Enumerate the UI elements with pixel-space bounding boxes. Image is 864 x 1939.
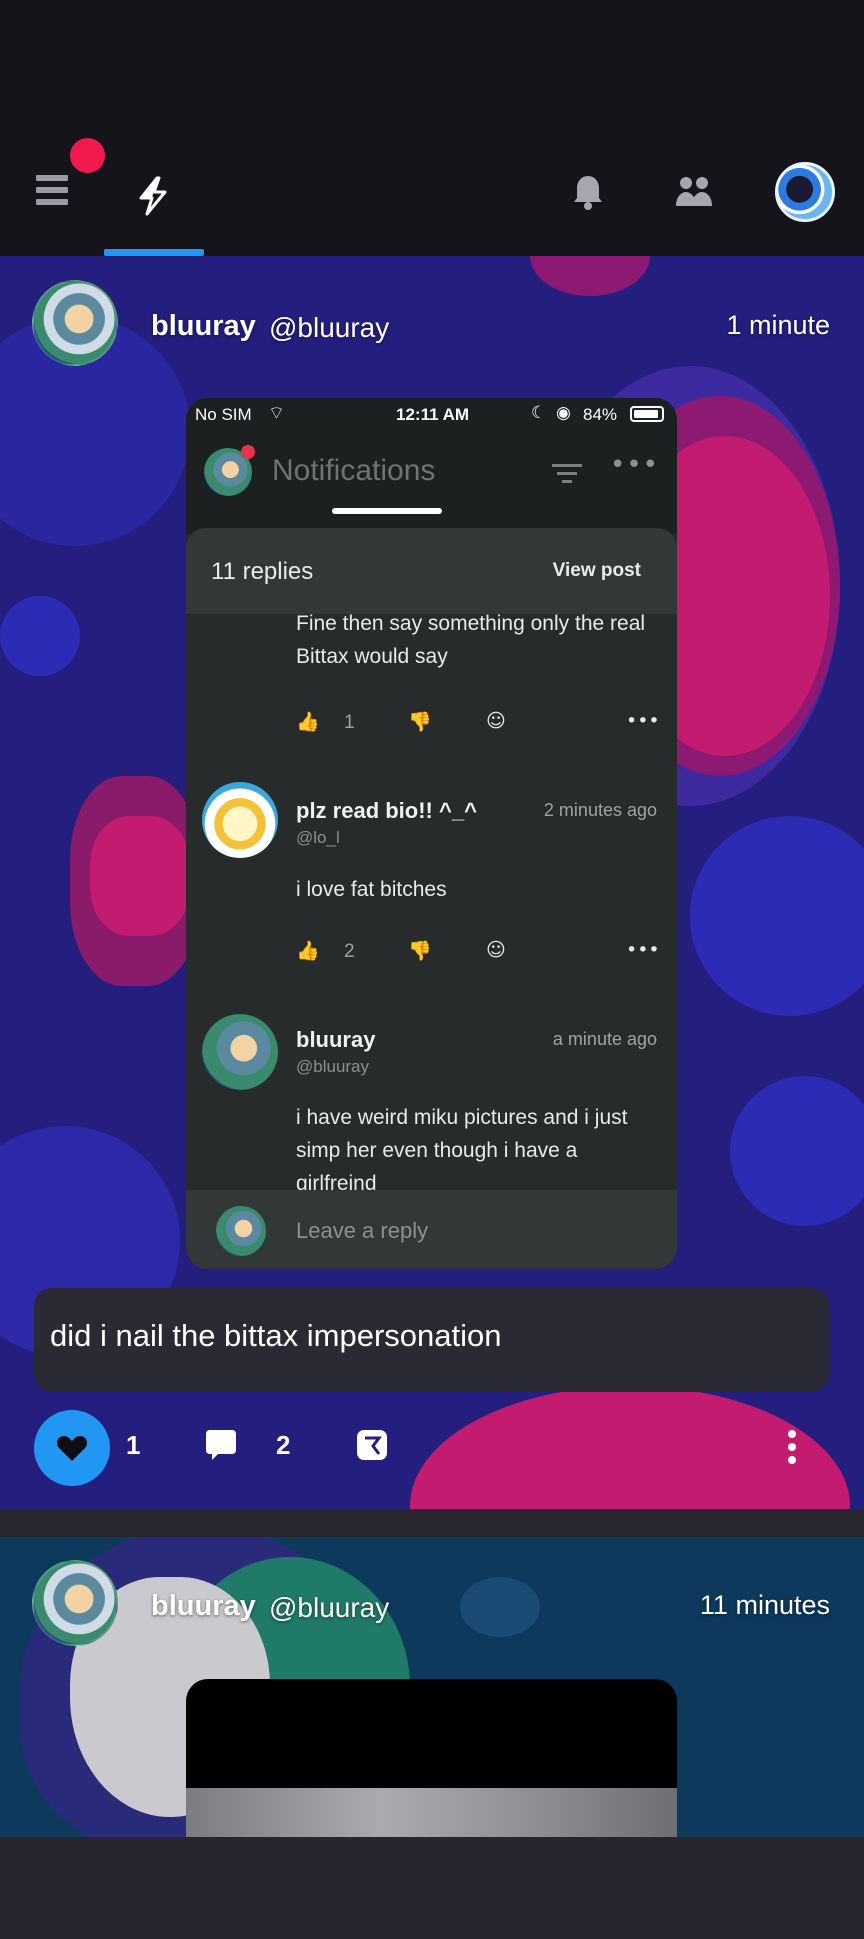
- menu-icon[interactable]: [36, 175, 68, 208]
- more-vertical-icon[interactable]: [788, 1430, 798, 1469]
- reply-avatar: [216, 1206, 266, 1256]
- commenter-name: plz read bio!! ^_^: [296, 798, 477, 823]
- notification-badge: [70, 138, 105, 173]
- carrier-label: No SIM: [195, 405, 252, 424]
- notifications-header: Notifications •••: [186, 430, 677, 534]
- like-button[interactable]: [34, 1410, 110, 1486]
- post-separator: [0, 1509, 864, 1537]
- post-caption-box: did i nail the bittax impersonation: [34, 1288, 829, 1392]
- heart-icon: [56, 1436, 88, 1461]
- like-count: 2: [344, 941, 355, 962]
- post-author-name[interactable]: bluuray: [151, 1590, 256, 1623]
- post-timestamp: 1 minute: [726, 310, 830, 340]
- post-image[interactable]: No SIM ⌔ 12:11 AM ☾ ◉ 84% Notifications …: [186, 398, 677, 1269]
- bottom-area: [0, 1837, 864, 1939]
- comment-text: Fine then say something only the real Bi…: [296, 614, 646, 668]
- sheet-grabber: [332, 508, 442, 514]
- reply-placeholder: Leave a reply: [296, 1218, 429, 1243]
- post-image[interactable]: [186, 1679, 677, 1837]
- comment-count: 2: [276, 1430, 291, 1460]
- like-count: 1: [344, 712, 355, 733]
- ios-status-bar: No SIM ⌔ 12:11 AM ☾ ◉ 84%: [186, 398, 677, 430]
- profile-avatar[interactable]: [775, 162, 835, 222]
- friends-icon[interactable]: [674, 174, 714, 210]
- thumbs-up-icon: 👍: [296, 940, 320, 962]
- thumbs-down-icon: 👎: [408, 711, 432, 733]
- add-reaction-icon: ☺: [486, 939, 506, 961]
- comment-time: 2 minutes ago: [543, 800, 657, 820]
- comment-time: a minute ago: [552, 1029, 657, 1049]
- reply-thread: Fine then say something only the real Bi…: [186, 614, 677, 1206]
- post-timestamp: 11 minutes: [699, 1590, 830, 1620]
- image-preview: [186, 1788, 677, 1837]
- moon-icon: ☾: [531, 403, 547, 422]
- like-count: 1: [126, 1430, 141, 1460]
- featured-tab-icon[interactable]: [133, 176, 173, 216]
- comment-actions: 👍 2 👎 ☺ •••: [296, 939, 660, 969]
- comment-text: i have weird miku pictures and i just si…: [296, 1106, 628, 1195]
- more-horizontal-icon: •••: [610, 450, 660, 480]
- active-tab-indicator: [104, 249, 204, 256]
- view-post-link: View post: [552, 560, 641, 581]
- wifi-icon: ⌔: [268, 403, 285, 423]
- more-icon: •••: [626, 710, 660, 732]
- thumbs-down-icon: 👎: [408, 940, 432, 962]
- notifications-title: Notifications: [272, 454, 436, 487]
- commenter-handle: @bluuray: [296, 1057, 370, 1076]
- thumbs-up-icon: 👍: [296, 711, 320, 733]
- post-author-avatar[interactable]: [32, 280, 118, 366]
- reply-bar: Leave a reply: [186, 1190, 677, 1269]
- commenter-name: bluuray: [296, 1027, 376, 1052]
- commenter-avatar: [202, 1014, 278, 1090]
- comment-text: i love fat bitches: [296, 878, 447, 901]
- clock-label: 12:11 AM: [396, 405, 470, 424]
- post-caption: did i nail the bittax impersonation: [50, 1318, 502, 1353]
- filter-icon: [552, 464, 582, 488]
- post-author-handle[interactable]: @bluuray: [269, 1592, 389, 1624]
- comment-icon[interactable]: [204, 1428, 238, 1466]
- top-navigation-bar: [0, 0, 864, 256]
- add-reaction-icon: ☺: [486, 710, 506, 732]
- notifications-badge: [241, 445, 255, 459]
- battery-icon: [630, 406, 664, 422]
- replies-count: 11 replies: [211, 558, 314, 585]
- post-author-handle[interactable]: @bluuray: [269, 312, 389, 344]
- comment-actions: 👍 1 👎 ☺ •••: [296, 710, 660, 740]
- share-icon[interactable]: [355, 1428, 389, 1466]
- commenter-handle: @lo_l: [296, 828, 340, 847]
- post-author-name[interactable]: bluuray: [151, 310, 256, 343]
- bell-icon[interactable]: [573, 174, 603, 210]
- battery-percent: 84%: [583, 405, 618, 424]
- more-icon: •••: [626, 939, 660, 961]
- lock-rotation-icon: ◉: [556, 403, 571, 422]
- commenter-avatar: [202, 782, 278, 858]
- post-author-avatar[interactable]: [32, 1560, 118, 1646]
- replies-header: 11 replies View post: [186, 528, 677, 614]
